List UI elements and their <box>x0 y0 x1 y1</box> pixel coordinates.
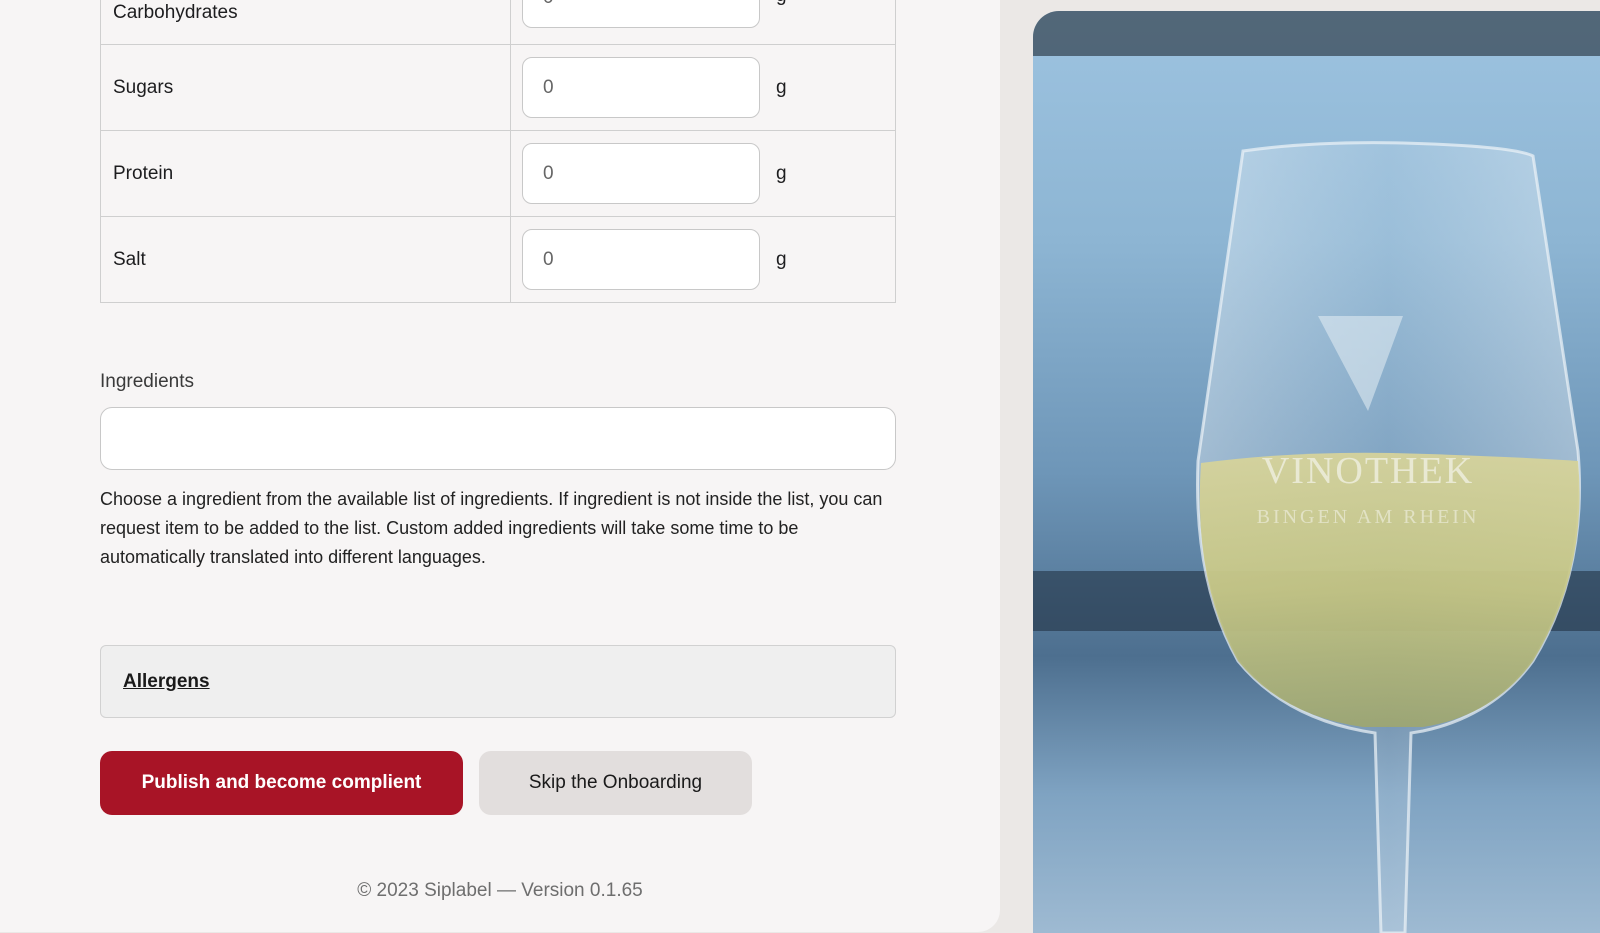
wine-glass-illustration: VINOTHEK BINGEN AM RHEIN <box>1033 11 1600 933</box>
allergens-accordion[interactable]: Allergens <box>100 645 896 718</box>
ingredients-input[interactable] <box>100 407 896 470</box>
wine-glass-photo: VINOTHEK BINGEN AM RHEIN <box>1033 11 1600 933</box>
unit-label: g <box>776 0 787 7</box>
nutrient-label: Salt <box>100 216 511 303</box>
publish-button[interactable]: Publish and become complient <box>100 751 463 815</box>
ingredients-label: Ingredients <box>100 371 195 392</box>
glass-brand-text: VINOTHEK <box>1262 450 1474 492</box>
table-row: Sugars 0 g <box>100 44 896 131</box>
table-row: Salt 0 g <box>100 216 896 303</box>
glass-subtitle-text: BINGEN AM RHEIN <box>1257 506 1480 528</box>
nutrition-table: Carbohydrates 0 g Sugars 0 g Protein 0 <box>100 0 896 303</box>
footer-version: © 2023 Siplabel — Version 0.1.65 <box>357 880 643 901</box>
unit-label: g <box>776 248 787 270</box>
unit-label: g <box>776 76 787 98</box>
skip-onboarding-button[interactable]: Skip the Onboarding <box>479 751 752 815</box>
sugars-input[interactable]: 0 <box>522 57 760 118</box>
protein-input[interactable]: 0 <box>522 143 760 204</box>
unit-label: g <box>776 162 787 184</box>
table-row: Protein 0 g <box>100 130 896 217</box>
nutrient-label: Carbohydrates <box>100 0 511 45</box>
salt-input[interactable]: 0 <box>522 229 760 290</box>
nutrient-label: Protein <box>100 130 511 217</box>
allergens-label[interactable]: Allergens <box>123 671 210 693</box>
onboarding-form-panel: Carbohydrates 0 g Sugars 0 g Protein 0 <box>0 0 1000 932</box>
carbohydrates-input[interactable]: 0 <box>522 0 760 28</box>
nutrient-label: Sugars <box>100 44 511 131</box>
ingredients-help-text: Choose a ingredient from the available l… <box>100 489 883 567</box>
table-row: Carbohydrates 0 g <box>100 0 896 45</box>
